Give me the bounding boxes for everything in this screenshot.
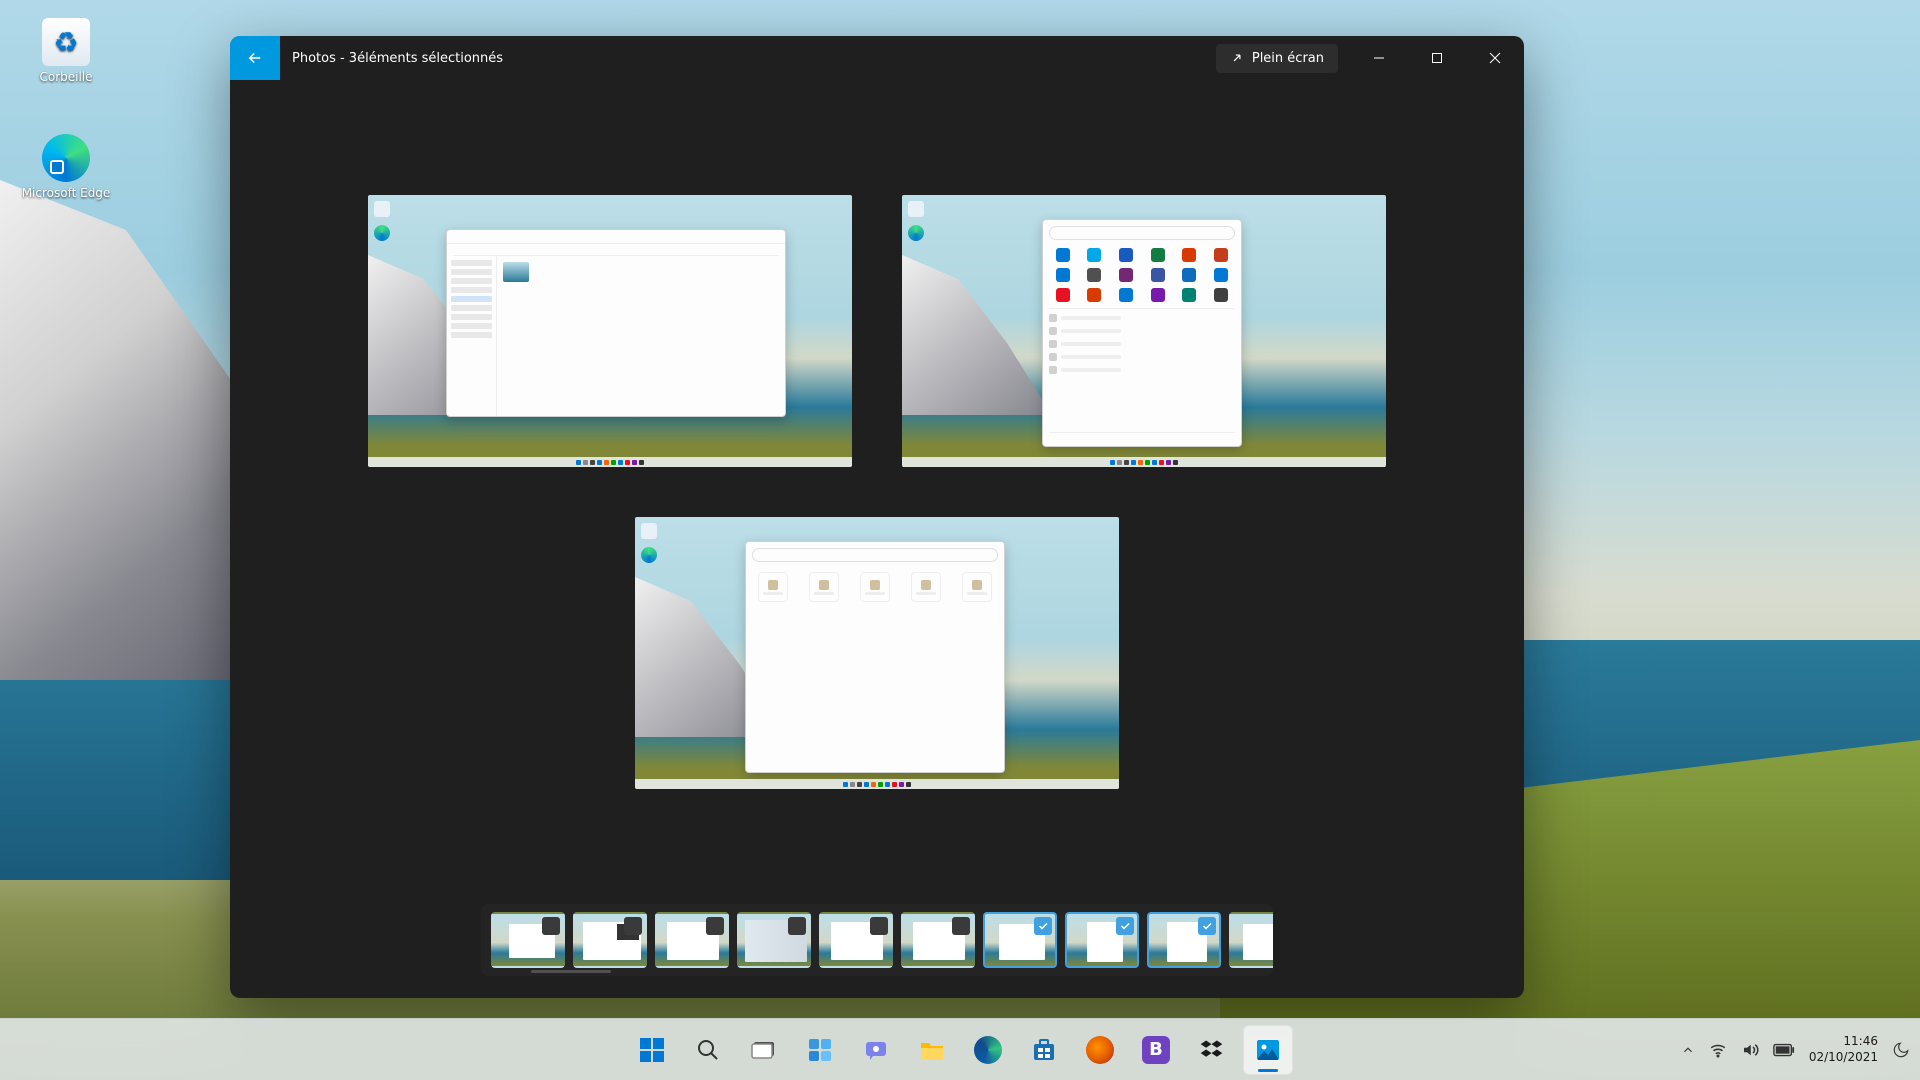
fullscreen-icon [1230,51,1244,65]
back-button[interactable] [230,36,280,80]
tray-overflow-button[interactable] [1681,1043,1695,1057]
folder-icon [917,1035,947,1065]
task-view-icon [749,1035,779,1065]
task-view-button[interactable] [739,1025,789,1075]
maximize-icon [1431,52,1443,64]
checkbox-checked-icon[interactable] [1116,917,1134,935]
window-title: Photos - 3éléments sélectionnés [292,51,503,66]
filmstrip[interactable] [481,904,1273,976]
clock-date: 02/10/2021 [1809,1050,1878,1066]
thumbnail-9[interactable] [1147,912,1221,968]
arrow-left-icon [246,49,264,67]
thumbnail-8[interactable] [1065,912,1139,968]
fullscreen-label: Plein écran [1252,51,1324,66]
thumbnail-2[interactable] [573,912,647,968]
store-icon [1029,1035,1059,1065]
letter-b-icon: B [1142,1036,1170,1064]
wifi-button[interactable] [1709,1041,1727,1059]
focus-assist-button[interactable] [1892,1041,1910,1059]
preview-grid [230,80,1524,904]
photos-icon [1253,1035,1283,1065]
chevron-up-icon [1681,1043,1695,1057]
preview-image-3[interactable] [635,517,1119,789]
start-button[interactable] [627,1025,677,1075]
dropbox-icon [1197,1035,1227,1065]
thumbnail-1[interactable] [491,912,565,968]
checkbox-icon[interactable] [624,917,642,935]
edge-button[interactable] [963,1025,1013,1075]
checkbox-icon[interactable] [952,917,970,935]
close-icon [1489,52,1501,64]
firefox-button[interactable] [1075,1025,1125,1075]
widgets-button[interactable] [795,1025,845,1075]
system-tray: 11:46 02/10/2021 [1681,1034,1910,1065]
close-button[interactable] [1466,36,1524,80]
taskbar-center: B [627,1025,1293,1075]
wifi-icon [1709,1041,1727,1059]
checkbox-icon[interactable] [706,917,724,935]
photos-button[interactable] [1243,1025,1293,1075]
file-explorer-button[interactable] [907,1025,957,1075]
preview-image-2[interactable] [902,195,1386,467]
minimize-button[interactable] [1350,36,1408,80]
titlebar: Photos - 3éléments sélectionnés Plein éc… [230,36,1524,80]
window-controls [1350,36,1524,80]
checkbox-checked-icon[interactable] [1198,917,1216,935]
microsoft-store-button[interactable] [1019,1025,1069,1075]
fullscreen-button[interactable]: Plein écran [1216,44,1338,73]
edge-shortcut-label: Microsoft Edge [18,186,114,200]
clock-button[interactable]: 11:46 02/10/2021 [1809,1034,1878,1065]
recycle-bin-icon[interactable]: Corbeille [18,18,114,84]
edge-icon [974,1036,1002,1064]
windows-icon [637,1035,667,1065]
moon-icon [1892,1041,1910,1059]
thumbnail-6[interactable] [901,912,975,968]
taskbar: B 11:46 02/10/2021 [0,1018,1920,1080]
clock-time: 11:46 [1809,1034,1878,1050]
widgets-icon [805,1035,835,1065]
checkbox-checked-icon[interactable] [1034,917,1052,935]
app-b-button[interactable]: B [1131,1025,1181,1075]
edge-shortcut-icon[interactable]: Microsoft Edge [18,134,114,200]
checkbox-icon[interactable] [788,917,806,935]
search-icon [693,1035,723,1065]
recycle-bin-label: Corbeille [18,70,114,84]
firefox-icon [1086,1036,1114,1064]
thumbnail-10[interactable] [1229,912,1273,968]
photos-app-window: Photos - 3éléments sélectionnés Plein éc… [230,36,1524,998]
maximize-button[interactable] [1408,36,1466,80]
speaker-icon [1741,1041,1759,1059]
minimize-icon [1373,52,1385,64]
thumbnail-5[interactable] [819,912,893,968]
search-button[interactable] [683,1025,733,1075]
chat-button[interactable] [851,1025,901,1075]
thumbnail-3[interactable] [655,912,729,968]
thumbnail-7[interactable] [983,912,1057,968]
volume-button[interactable] [1741,1041,1759,1059]
battery-icon [1773,1043,1795,1057]
dropbox-button[interactable] [1187,1025,1237,1075]
battery-button[interactable] [1773,1043,1795,1057]
preview-image-1[interactable] [368,195,852,467]
checkbox-icon[interactable] [542,917,560,935]
checkbox-icon[interactable] [870,917,888,935]
chat-icon [861,1035,891,1065]
thumbnail-4[interactable] [737,912,811,968]
